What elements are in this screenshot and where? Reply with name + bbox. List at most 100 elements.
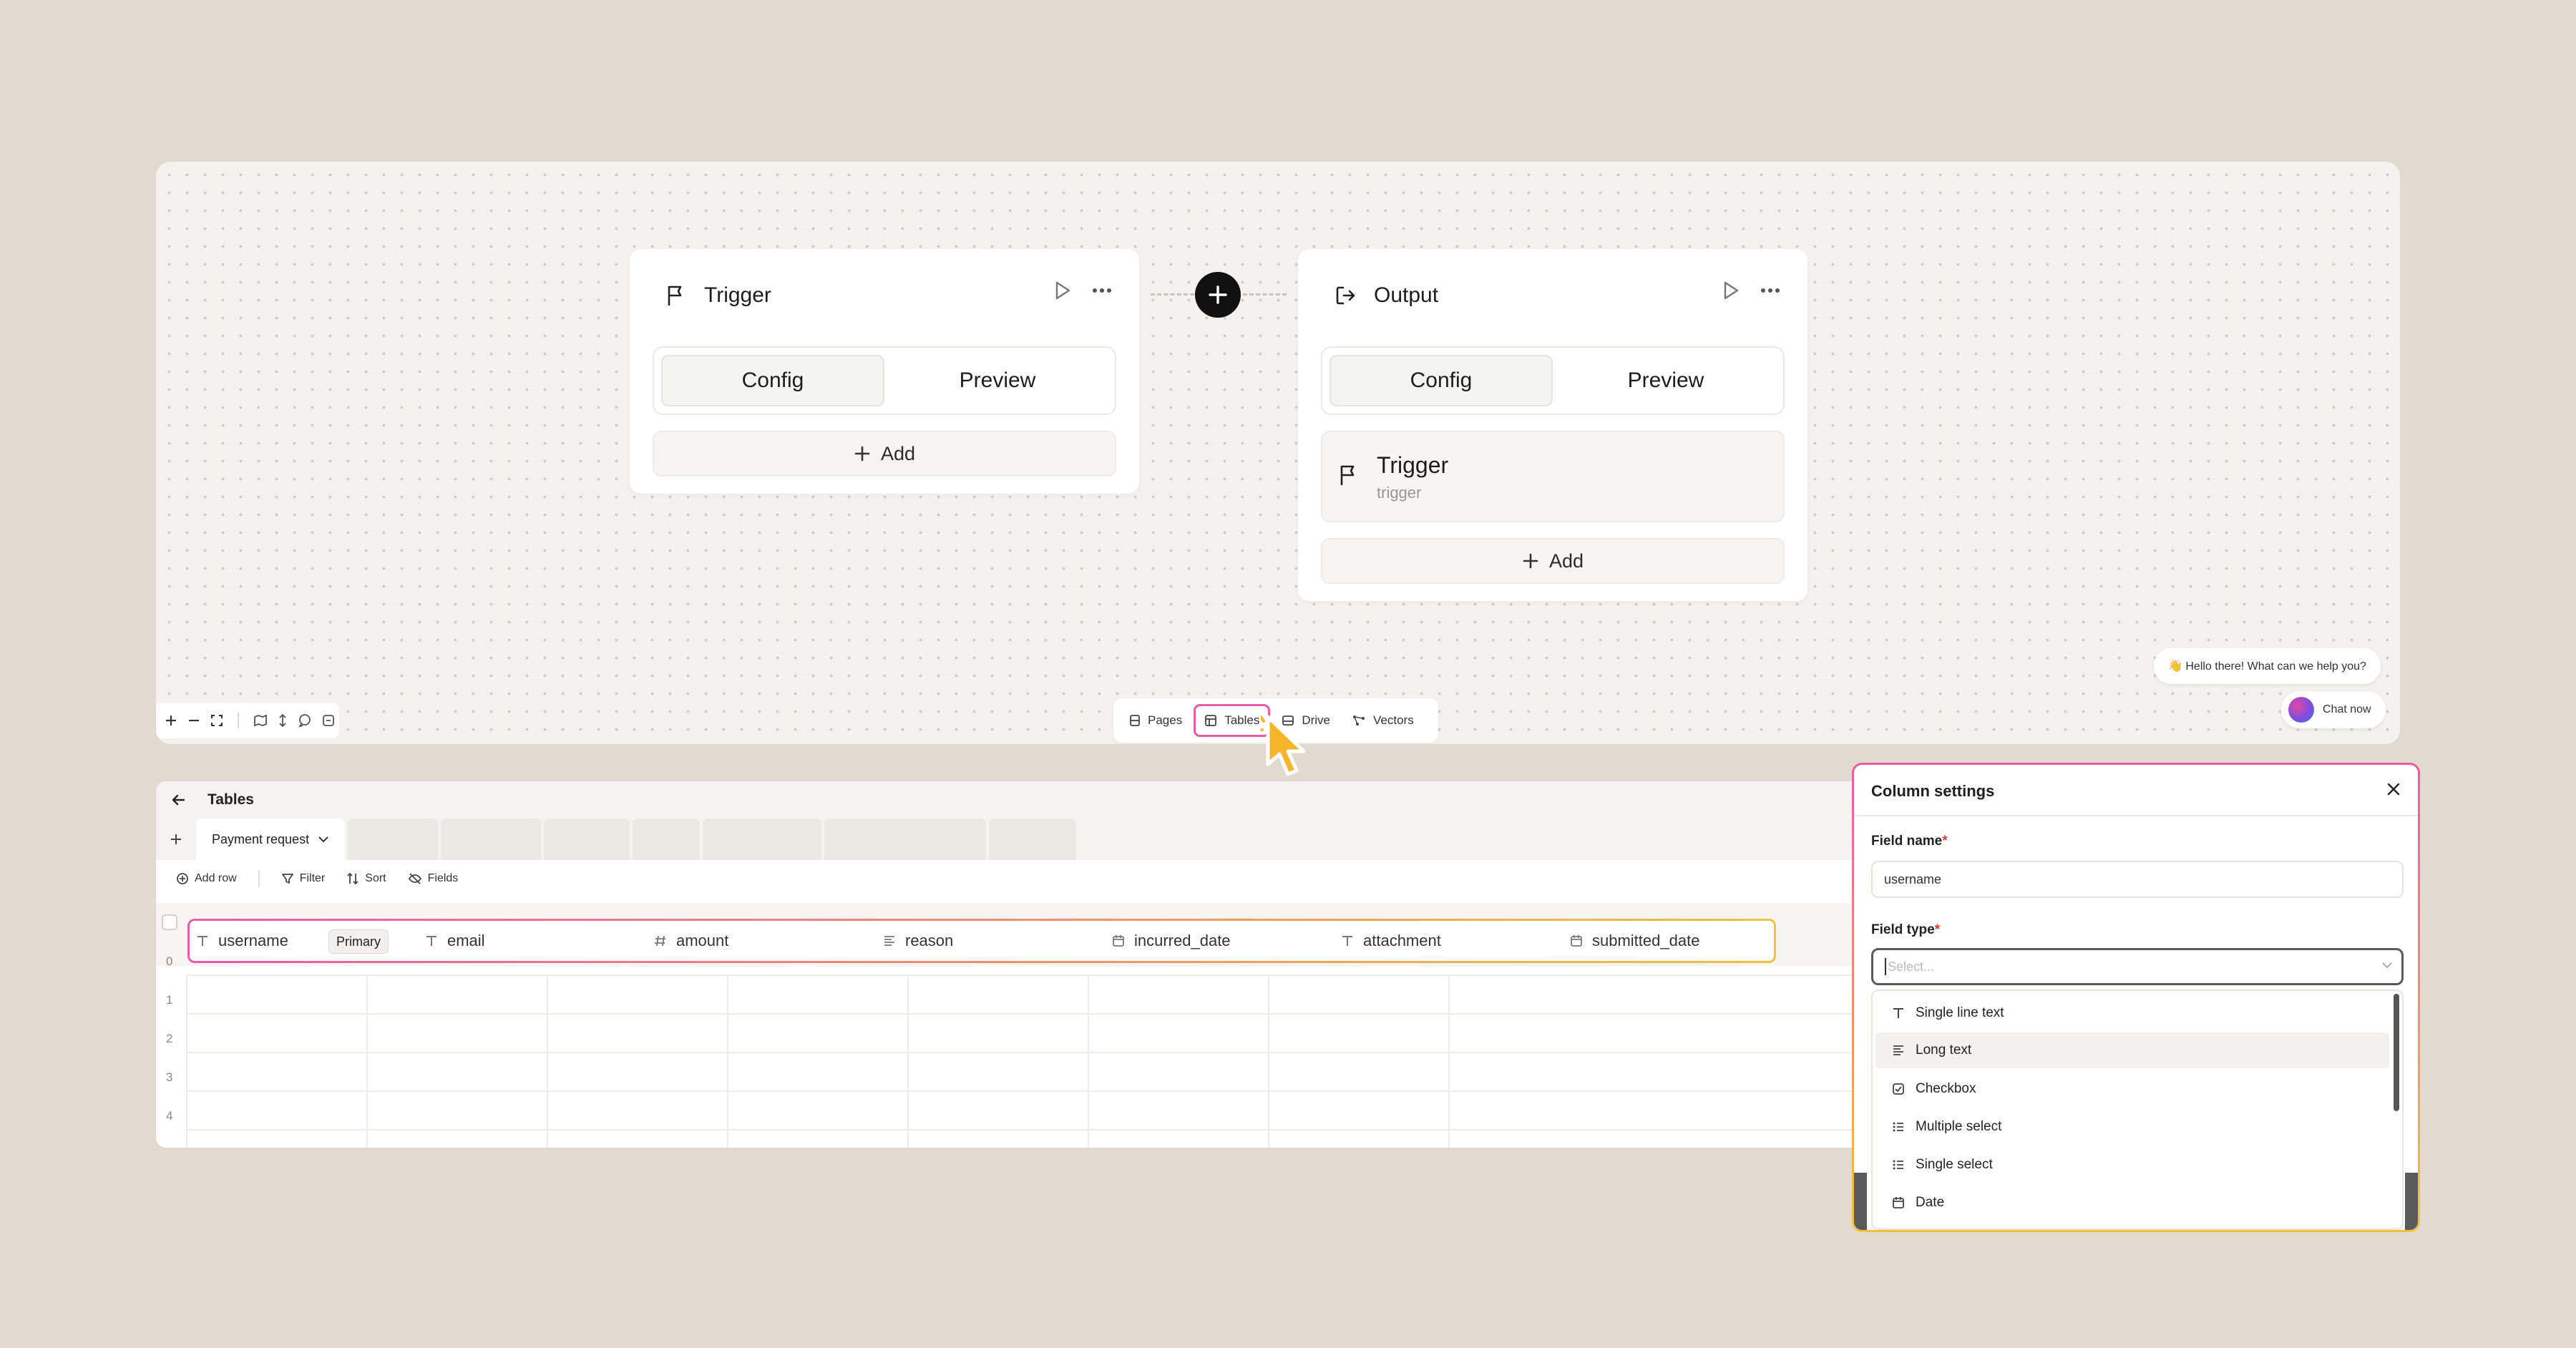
option-label: Single line text [1916, 1005, 2004, 1020]
field-type-dropdown: Single line text Long text Checkbox Mult… [1871, 990, 2404, 1230]
table-tab-placeholder[interactable] [633, 819, 701, 860]
avatar [2288, 697, 2314, 723]
option-multiple-select[interactable]: Multiple select [1875, 1109, 2389, 1145]
tab-preview[interactable]: Preview [887, 355, 1108, 406]
field-name-value: username [1884, 871, 1942, 887]
column-header-attachment[interactable]: attachment [1340, 921, 1441, 961]
table-tab-placeholder[interactable] [544, 819, 630, 860]
tab-config[interactable]: Config [1330, 355, 1553, 406]
add-label: Add [880, 442, 916, 464]
long-text-type-icon [1891, 1043, 1906, 1058]
table-tab-placeholder[interactable] [824, 819, 987, 860]
option-date[interactable]: Date [1875, 1185, 2389, 1221]
add-node-button[interactable] [1195, 272, 1241, 318]
backdrop-edge [1854, 1173, 1867, 1230]
table-tab-placeholder[interactable] [441, 819, 542, 860]
flag-icon [1338, 464, 1360, 487]
required-mark: * [1934, 922, 1941, 937]
chevron-down-icon [318, 836, 329, 843]
column-header-amount[interactable]: amount [653, 921, 728, 961]
nav-vectors[interactable]: Vectors [1342, 704, 1424, 737]
trigger-node[interactable]: Trigger Config Preview Add [630, 249, 1139, 494]
column-header-incurred-date[interactable]: incurred_date [1111, 921, 1231, 961]
add-row-button[interactable]: Add row [176, 872, 237, 885]
grid-line [547, 975, 548, 1148]
output-icon [1334, 284, 1357, 307]
table-tab-placeholder[interactable] [348, 819, 439, 860]
table-icon [1204, 714, 1217, 727]
zoom-out-icon[interactable] [187, 714, 200, 727]
add-circle-icon [176, 872, 189, 885]
column-header-username[interactable]: username [195, 921, 288, 961]
column-settings-title: Column settings [1871, 782, 1995, 800]
field-name-label: Field name* [1871, 834, 1948, 849]
chat-now-button[interactable]: Chat now [2281, 691, 2386, 728]
field-type-select[interactable]: Select... [1871, 948, 2404, 985]
run-icon[interactable] [1053, 280, 1072, 301]
add-label: Add [1548, 550, 1584, 572]
trigger-reference-title: Trigger [1377, 452, 1449, 478]
chat-greeting-bubble: 👋 Hello there! What can we help you? [2154, 648, 2381, 684]
grid-line [727, 975, 728, 1148]
trigger-add-button[interactable]: Add [653, 431, 1116, 477]
comment-icon[interactable] [298, 713, 312, 728]
tab-config[interactable]: Config [661, 355, 884, 406]
table-tabs: Payment request [156, 819, 2016, 860]
nav-pages[interactable]: Pages [1119, 704, 1192, 737]
option-single-line-text[interactable]: Single line text [1875, 995, 2389, 1031]
plus-icon [1522, 552, 1539, 570]
run-icon[interactable] [1722, 280, 1740, 301]
dropdown-scrollbar[interactable] [2394, 994, 2399, 1111]
option-long-text[interactable]: Long text [1875, 1032, 2389, 1068]
fit-view-icon[interactable] [210, 714, 223, 727]
add-table-button[interactable] [156, 819, 196, 860]
close-icon[interactable] [2385, 781, 2402, 798]
sort-icon [346, 872, 359, 885]
trigger-reference-subtitle: trigger [1377, 484, 1422, 502]
workflow-canvas[interactable]: Trigger Config Preview Add Output Config… [156, 162, 2400, 744]
fields-button[interactable]: Fields [408, 872, 458, 885]
pan-icon[interactable] [278, 713, 288, 728]
field-name-input[interactable]: username [1871, 861, 2404, 898]
table-tab-placeholder[interactable] [989, 819, 1077, 860]
chat-now-label: Chat now [2323, 703, 2371, 715]
more-options-icon[interactable] [1760, 288, 1780, 293]
select-all-checkbox[interactable] [162, 914, 177, 930]
grid-line [366, 975, 368, 1148]
output-add-button[interactable]: Add [1321, 538, 1785, 584]
grid-line [1088, 975, 1089, 1148]
filter-button[interactable]: Filter [281, 872, 325, 885]
sort-label: Sort [365, 872, 386, 884]
tab-payment-request[interactable]: Payment request [196, 819, 346, 860]
column-name: username [218, 932, 288, 949]
nav-tables[interactable]: Tables [1194, 704, 1271, 737]
text-type-icon [1340, 934, 1355, 948]
toolbar-divider [258, 870, 260, 887]
table-tab-placeholder[interactable] [703, 819, 822, 860]
back-arrow-icon[interactable] [170, 792, 186, 808]
grid-line [187, 1129, 2016, 1130]
option-checkbox[interactable]: Checkbox [1875, 1071, 2389, 1107]
column-name: submitted_date [1592, 932, 1700, 949]
checkbox-icon [1891, 1082, 1906, 1096]
minimap-icon[interactable] [253, 714, 268, 727]
column-settings-panel: Column settings Field name* username Fie… [1852, 763, 2420, 1232]
output-node[interactable]: Output Config Preview Trigger trigger Ad… [1298, 249, 1807, 601]
note-icon[interactable] [322, 714, 335, 727]
number-type-icon [653, 934, 668, 948]
column-header-submitted-date[interactable]: submitted_date [1569, 921, 1699, 961]
sort-button[interactable]: Sort [346, 872, 386, 885]
table-header-row: username Primary email amount reason inc… [187, 919, 1776, 963]
column-name: reason [905, 932, 954, 949]
tab-preview[interactable]: Preview [1556, 355, 1776, 406]
text-type-icon [424, 934, 439, 948]
column-header-reason[interactable]: reason [882, 921, 953, 961]
option-label: Single select [1916, 1157, 1993, 1172]
field-type-label: Field type* [1871, 922, 1940, 938]
date-type-icon [1891, 1196, 1906, 1210]
more-options-icon[interactable] [1092, 288, 1112, 293]
zoom-in-icon[interactable] [165, 714, 177, 727]
trigger-reference-card[interactable]: Trigger trigger [1321, 431, 1785, 522]
option-single-select[interactable]: Single select [1875, 1147, 2389, 1183]
column-header-email[interactable]: email [424, 921, 485, 961]
